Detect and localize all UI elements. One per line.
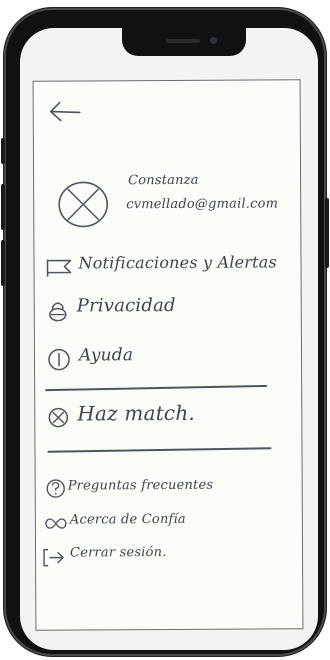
power-button (325, 198, 329, 268)
x-circle-icon (47, 407, 69, 429)
notch (122, 28, 246, 56)
about-label: Acerca de Confía (69, 511, 186, 528)
faq-label: Preguntas frecuentes (67, 477, 214, 494)
logout-label: Cerrar sesión. (69, 545, 167, 561)
menu-item-about[interactable]: Acerca de Confía (44, 509, 264, 536)
menu-item-notifications[interactable]: Notificaciones y Alertas (44, 250, 294, 281)
profile-email: cvmellado@gmail.com (126, 196, 279, 213)
front-camera (210, 37, 217, 44)
avatar[interactable] (56, 177, 110, 231)
privacy-label: Privacidad (76, 294, 176, 317)
match-label: Haz match. (77, 400, 195, 426)
flag-icon (44, 257, 74, 277)
info-circle-icon (47, 348, 71, 372)
divider (47, 447, 272, 453)
lock-icon (47, 300, 69, 322)
question-circle-icon (46, 479, 66, 499)
menu-item-privacy[interactable]: Privacidad (47, 295, 247, 326)
menu-item-match[interactable]: Haz match. (47, 398, 267, 431)
screen: Constanza cvmellado@gmail.com Notificaci… (20, 28, 318, 650)
menu-item-help[interactable]: Ayuda (47, 343, 197, 374)
volume-up-button (1, 184, 5, 230)
notifications-label: Notificaciones y Alertas (78, 252, 277, 273)
volume-down-button (1, 240, 5, 286)
speaker (166, 39, 200, 43)
mute-switch (1, 138, 5, 164)
phone-frame: Constanza cvmellado@gmail.com Notificaci… (1, 8, 329, 656)
divider (45, 384, 268, 391)
menu-item-faq[interactable]: Preguntas frecuentes (46, 474, 296, 501)
exit-arrow-icon (42, 548, 66, 568)
help-label: Ayuda (78, 345, 134, 366)
arrow-left-icon[interactable] (48, 99, 82, 123)
sketch-paper: Constanza cvmellado@gmail.com Notificaci… (32, 79, 304, 631)
profile-name: Constanza (128, 172, 199, 189)
menu-item-logout[interactable]: Cerrar sesión. (42, 543, 242, 570)
infinity-icon (44, 516, 68, 530)
